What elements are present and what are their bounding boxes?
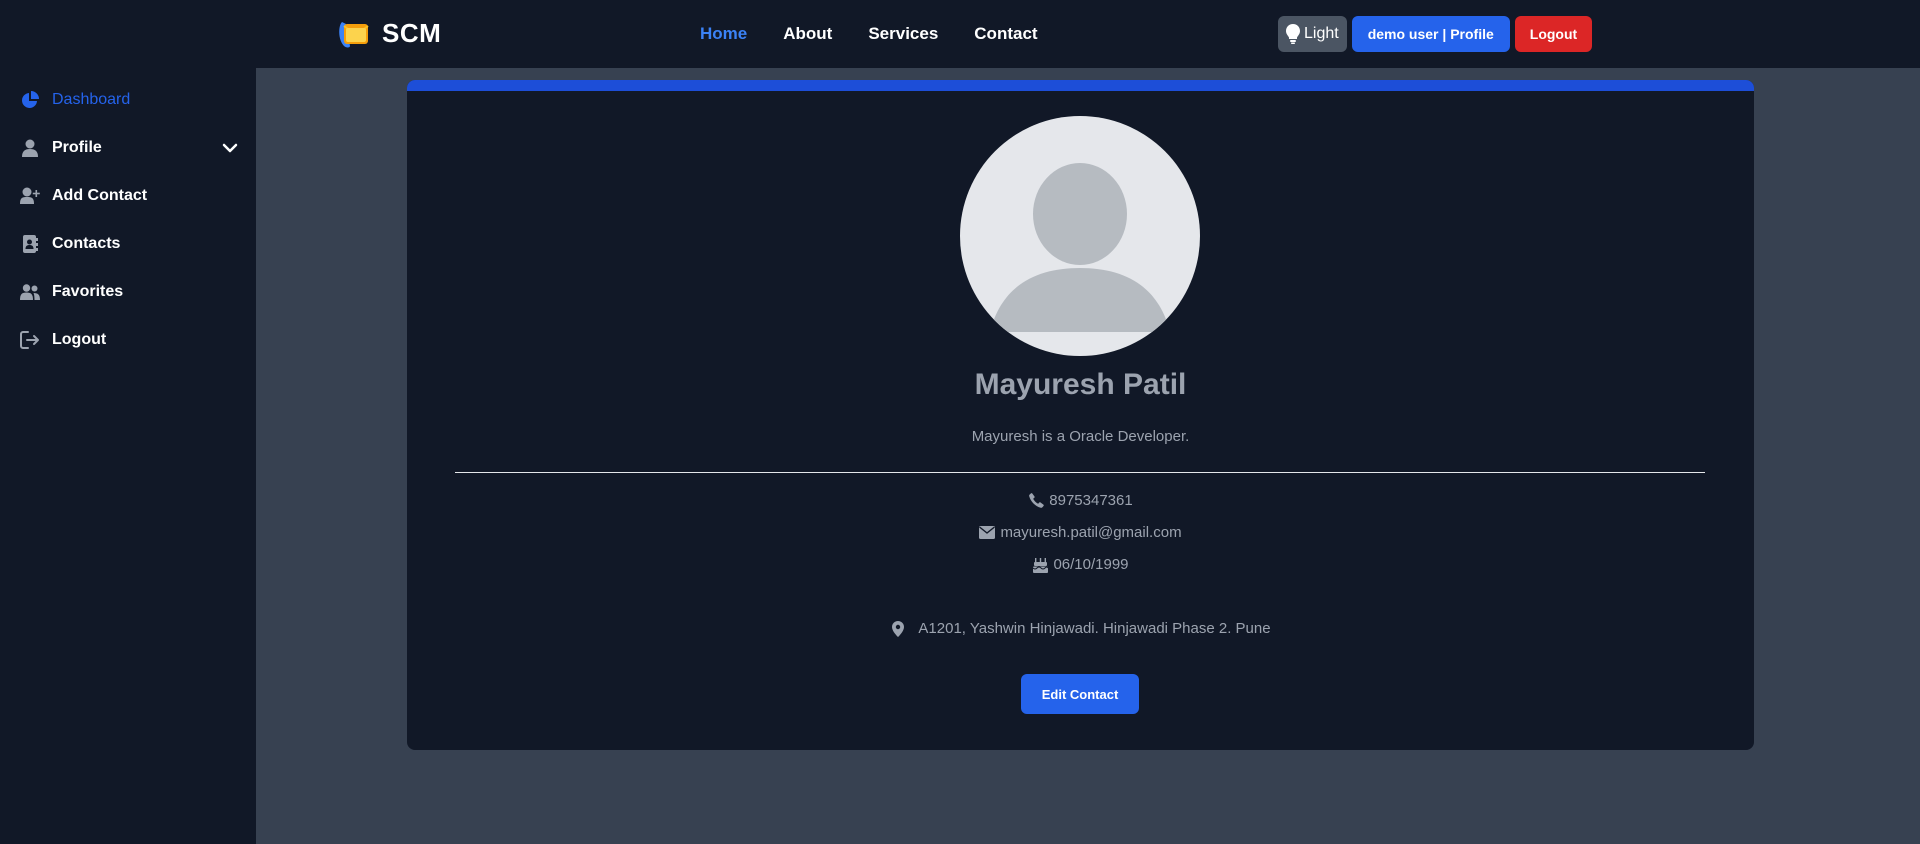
divider	[455, 472, 1705, 473]
default-avatar-icon	[990, 163, 1170, 332]
logout-button[interactable]: Logout	[1514, 16, 1593, 52]
sidebar: Dashboard Profile Add Contact Contacts F…	[0, 68, 256, 844]
nav-link-home[interactable]: Home	[700, 24, 747, 44]
avatar	[960, 116, 1200, 356]
nav-actions: Light demo user | Profile Logout	[1278, 16, 1593, 52]
sidebar-item-label: Dashboard	[52, 91, 131, 108]
contact-phone-row: 8975347361	[407, 492, 1754, 509]
nav-link-services[interactable]: Services	[868, 24, 938, 44]
sign-out-icon	[20, 330, 40, 350]
sidebar-item-label: Add Contact	[52, 187, 148, 204]
top-navbar: SCM Home About Services Contact Light de…	[0, 0, 1920, 68]
contact-phone: 8975347361	[1049, 492, 1133, 509]
user-plus-icon	[20, 186, 40, 206]
contact-card: Mayuresh Patil Mayuresh is a Oracle Deve…	[407, 80, 1754, 750]
sidebar-item-label: Logout	[52, 331, 107, 348]
map-pin-icon	[890, 620, 906, 637]
sidebar-item-label: Favorites	[52, 283, 124, 300]
sidebar-item-profile[interactable]: Profile	[20, 135, 240, 161]
contact-address: A1201, Yashwin Hinjawadi. Hinjawadi Phas…	[918, 620, 1271, 637]
theme-toggle-label: Light	[1304, 25, 1339, 42]
nav-link-contact[interactable]: Contact	[974, 24, 1037, 44]
theme-toggle-button[interactable]: Light	[1278, 16, 1347, 52]
contact-email-row: mayuresh.patil@gmail.com	[407, 524, 1754, 541]
sidebar-item-favorites[interactable]: Favorites	[20, 279, 240, 305]
chevron-down-icon[interactable]	[220, 138, 240, 158]
phone-icon	[1028, 493, 1044, 509]
address-book-icon	[20, 234, 40, 254]
nav-links: Home About Services Contact	[700, 24, 1038, 44]
sidebar-item-contacts[interactable]: Contacts	[20, 231, 240, 257]
contact-description: Mayuresh is a Oracle Developer.	[971, 428, 1190, 445]
sidebar-item-logout[interactable]: Logout	[20, 327, 240, 353]
nav-link-about[interactable]: About	[783, 24, 832, 44]
contact-address-row: A1201, Yashwin Hinjawadi. Hinjawadi Phas…	[407, 620, 1754, 637]
edit-contact-button[interactable]: Edit Contact	[1021, 674, 1139, 714]
brand-name: SCM	[382, 17, 442, 48]
contact-dob-row: 06/10/1999	[407, 556, 1754, 573]
contact-dob: 06/10/1999	[1053, 556, 1129, 573]
contact-email[interactable]: mayuresh.patil@gmail.com	[1000, 524, 1181, 541]
sidebar-item-add-contact[interactable]: Add Contact	[20, 183, 240, 209]
users-icon	[20, 282, 40, 302]
contact-name: Mayuresh Patil	[974, 368, 1187, 401]
brand[interactable]: SCM	[336, 16, 441, 50]
card-accent-bar	[407, 80, 1754, 91]
chart-pie-icon	[20, 90, 40, 110]
user-icon	[20, 138, 40, 158]
lightbulb-icon	[1286, 24, 1300, 44]
brand-logo-icon	[339, 22, 369, 48]
sidebar-item-label: Contacts	[52, 235, 121, 252]
sidebar-item-label: Profile	[52, 139, 102, 156]
main-content: Mayuresh Patil Mayuresh is a Oracle Deve…	[256, 68, 1920, 844]
sidebar-item-dashboard[interactable]: Dashboard	[20, 87, 240, 113]
envelope-icon	[979, 525, 996, 541]
birthday-cake-icon	[1032, 557, 1048, 573]
profile-button[interactable]: demo user | Profile	[1351, 16, 1510, 52]
